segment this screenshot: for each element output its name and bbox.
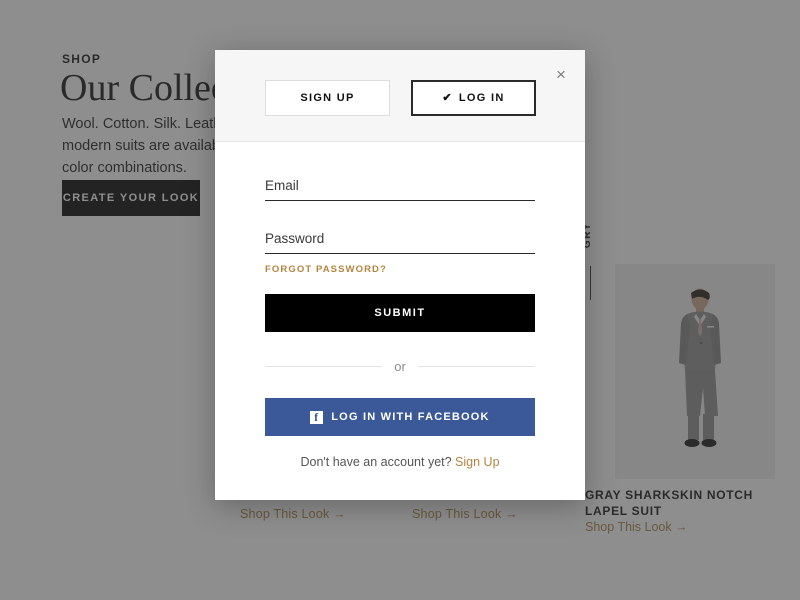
facebook-login-label: LOG IN WITH FACEBOOK — [331, 411, 490, 423]
tab-sign-up[interactable]: SIGN UP — [265, 80, 390, 116]
facebook-login-button[interactable]: f LOG IN WITH FACEBOOK — [265, 398, 535, 436]
divider-line-right — [417, 366, 535, 367]
signup-link[interactable]: Sign Up — [455, 455, 499, 469]
screen: SHOP Our Collection Wool. Cotton. Silk. … — [0, 0, 800, 600]
divider-line-left — [265, 366, 383, 367]
submit-button[interactable]: SUBMIT — [265, 294, 535, 332]
modal-header: SIGN UP ✔ LOG IN × — [215, 50, 585, 142]
tab-sign-up-label: SIGN UP — [300, 92, 355, 104]
signup-prompt-text: Don't have an account yet? — [300, 455, 456, 469]
forgot-password-link[interactable]: FORGOT PASSWORD? — [265, 264, 387, 275]
divider-label: or — [394, 359, 406, 374]
auth-modal: SIGN UP ✔ LOG IN × FORGOT PASSWORD? SUBM… — [215, 50, 585, 500]
tab-log-in[interactable]: ✔ LOG IN — [411, 80, 536, 116]
password-input[interactable] — [265, 231, 535, 254]
facebook-icon: f — [310, 410, 324, 424]
email-field-wrapper — [265, 176, 535, 201]
signup-prompt: Don't have an account yet? Sign Up — [265, 455, 535, 469]
check-icon: ✔ — [442, 91, 453, 104]
modal-body: FORGOT PASSWORD? SUBMIT or f LOG IN WITH… — [215, 142, 585, 500]
email-input[interactable] — [265, 178, 535, 201]
divider-or: or — [265, 359, 535, 374]
password-field-wrapper — [265, 201, 535, 254]
tab-log-in-label: LOG IN — [458, 92, 505, 104]
close-icon[interactable]: × — [551, 64, 571, 84]
